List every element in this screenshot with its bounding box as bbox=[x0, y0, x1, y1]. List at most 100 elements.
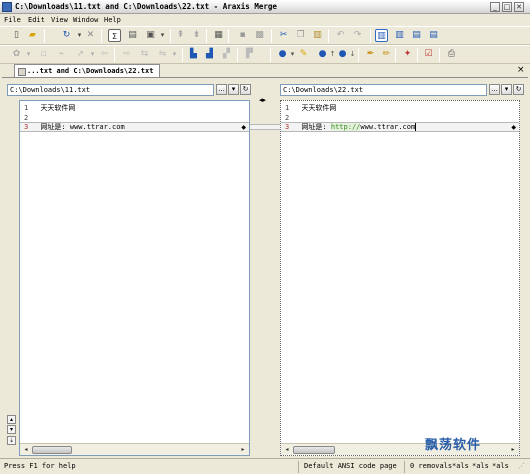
copy-icon[interactable]: ❐ bbox=[294, 29, 307, 42]
document-tab-label: ...txt and C:\Downloads\22.txt bbox=[27, 67, 154, 75]
left-browse-button[interactable]: ... bbox=[216, 84, 227, 95]
layout-split-icon[interactable]: ▥ bbox=[393, 29, 406, 42]
cut-icon[interactable]: ✂ bbox=[277, 29, 290, 42]
print-icon[interactable]: ⎙ bbox=[445, 48, 458, 61]
layout-list-icon[interactable]: ▤ bbox=[427, 29, 440, 42]
toolbar-separator bbox=[358, 48, 359, 62]
left-editor-pane[interactable]: 1 天天软件网 2 3 网址是: www.ttrar.com ◆ ◂ ▸ bbox=[19, 100, 250, 456]
line-number: 3 bbox=[24, 123, 29, 131]
line-number: 2 bbox=[285, 114, 290, 122]
minimize-button[interactable]: _ bbox=[490, 2, 500, 12]
toolbar-separator bbox=[370, 29, 371, 43]
change-marker-icon: ◆ bbox=[511, 124, 516, 131]
swap-files-icon[interactable]: ◂▸ bbox=[259, 96, 266, 104]
brush-icon[interactable]: ✎ bbox=[297, 48, 310, 61]
status-col-1: *als bbox=[452, 462, 469, 470]
toolbar-separator bbox=[182, 48, 183, 62]
change-link-band bbox=[250, 124, 280, 130]
report-icon[interactable]: ▤ bbox=[126, 29, 139, 42]
save-all-icon[interactable]: ▩ bbox=[253, 29, 266, 42]
document-icon[interactable]: ▦ bbox=[212, 29, 225, 42]
maximize-button[interactable]: □ bbox=[502, 2, 512, 12]
left-path-field[interactable]: C:\Downloads\11.txt bbox=[7, 84, 214, 96]
scroll-right-icon[interactable]: ▸ bbox=[508, 445, 518, 455]
redo-icon[interactable]: ↷ bbox=[351, 29, 364, 42]
left-horizontal-scrollbar[interactable]: ◂ ▸ bbox=[20, 443, 249, 455]
right-gutter bbox=[281, 101, 297, 455]
line-number: 1 bbox=[285, 104, 290, 112]
insert-icon[interactable]: ▟ bbox=[203, 48, 216, 61]
link-icon[interactable]: ⌁ bbox=[55, 48, 68, 61]
refresh-icon[interactable]: ↻ bbox=[60, 29, 73, 42]
nav-down-icon[interactable]: ▾ bbox=[7, 425, 16, 434]
toolbar-separator bbox=[439, 48, 440, 62]
menu-window[interactable]: Window bbox=[73, 15, 98, 26]
status-col-3: *als bbox=[492, 462, 509, 470]
right-scroll-thumb[interactable] bbox=[293, 446, 335, 454]
right-line-3-changed[interactable]: 3 网址是: http://www.ttrar.com ◆ bbox=[281, 122, 519, 132]
copy-left-icon[interactable]: ⇦ bbox=[98, 48, 111, 61]
next-change-icon[interactable]: ⇟ bbox=[190, 29, 203, 42]
compare-dropdown-icon[interactable]: ▾ bbox=[168, 48, 181, 61]
scroll-left-icon[interactable]: ◂ bbox=[21, 445, 31, 455]
right-history-dropdown[interactable]: ▾ bbox=[501, 84, 512, 95]
sigma-icon[interactable]: Σ bbox=[108, 29, 121, 42]
document-tab[interactable]: ...txt and C:\Downloads\22.txt bbox=[14, 64, 160, 78]
right-reload-button[interactable]: ↻ bbox=[513, 84, 524, 95]
paste-icon[interactable]: ▥ bbox=[311, 29, 324, 42]
left-history-dropdown[interactable]: ▾ bbox=[228, 84, 239, 95]
merge-icon[interactable]: ⇆ bbox=[138, 48, 151, 61]
new-icon[interactable]: ▯ bbox=[10, 29, 23, 42]
left-scroll-thumb[interactable] bbox=[32, 446, 72, 454]
close-icon[interactable]: ✕ bbox=[84, 29, 97, 42]
scroll-right-icon[interactable]: ▸ bbox=[238, 445, 248, 455]
left-line-3-changed[interactable]: 3 网址是: www.ttrar.com ◆ bbox=[20, 122, 249, 132]
change-marker-icon: ◆ bbox=[241, 124, 246, 131]
delete-icon[interactable]: ▞ bbox=[220, 48, 233, 61]
menu-help[interactable]: Help bbox=[104, 15, 121, 26]
right-horizontal-scrollbar[interactable]: ◂ ▸ bbox=[281, 443, 519, 455]
copy-right-icon[interactable]: ⇨ bbox=[120, 48, 133, 61]
right-editor-pane[interactable]: 1 天天软件网 2 3 网址是: http://www.ttrar.com ◆ … bbox=[280, 100, 520, 456]
pen-icon[interactable]: ✒ bbox=[364, 48, 377, 61]
line-text-suffix: www.ttrar.com bbox=[360, 123, 416, 131]
left-reload-button[interactable]: ↻ bbox=[240, 84, 251, 95]
open-icon[interactable]: ▰ bbox=[26, 29, 39, 42]
scroll-left-icon[interactable]: ◂ bbox=[282, 445, 292, 455]
left-gutter bbox=[20, 101, 36, 455]
layout-two-icon[interactable]: ▥ bbox=[375, 29, 388, 42]
right-line-1[interactable]: 1 天天软件网 bbox=[285, 104, 515, 113]
araxis-app-icon bbox=[2, 2, 12, 12]
menu-view[interactable]: View bbox=[51, 15, 68, 26]
menu-file[interactable]: File bbox=[4, 15, 21, 26]
resize-grip-icon[interactable]: ⋰ bbox=[518, 459, 525, 474]
right-browse-button[interactable]: ... bbox=[489, 84, 500, 95]
nav-dropdown-icon[interactable]: ▾ bbox=[22, 48, 35, 61]
undo-icon[interactable]: ↶ bbox=[334, 29, 347, 42]
edit-toolbar: ✿ ▾ ▫ ⌁ ➚ ▾ ⇦ ⇨ ⇆ ⇋ ▾ ▙ ▟ ▞ ▛ ● ▾ ✎ ● ↑ … bbox=[0, 45, 530, 64]
bookmark-icon[interactable]: ▙ bbox=[187, 48, 200, 61]
line-number: 1 bbox=[24, 104, 29, 112]
toolbar-separator bbox=[228, 29, 229, 43]
menu-edit[interactable]: Edit bbox=[28, 15, 45, 26]
wand-icon[interactable]: ✦ bbox=[401, 48, 414, 61]
text-cursor bbox=[415, 123, 417, 131]
left-line-1[interactable]: 1 天天软件网 bbox=[24, 104, 244, 113]
edit-icon[interactable]: ▛ bbox=[243, 48, 256, 61]
right-path-field[interactable]: C:\Downloads\22.txt bbox=[280, 84, 487, 96]
title-bar[interactable]: C:\Downloads\11.txt and C:\Downloads\22.… bbox=[0, 0, 530, 14]
checklist-icon[interactable]: ☑ bbox=[422, 48, 435, 61]
layout-three-icon[interactable]: ▤ bbox=[410, 29, 423, 42]
close-window-button[interactable]: ✕ bbox=[514, 2, 524, 12]
prev-change-icon[interactable]: ⇞ bbox=[174, 29, 187, 42]
status-removals: 0 removals bbox=[410, 462, 453, 470]
toolbar-separator bbox=[417, 48, 418, 62]
toolbar-separator bbox=[395, 48, 396, 62]
nav-last-icon[interactable]: ⇣ bbox=[7, 436, 16, 445]
dropdown-icon[interactable]: ▾ bbox=[156, 29, 169, 42]
save-icon[interactable]: ▪ bbox=[236, 29, 249, 42]
pencil-icon[interactable]: ✏ bbox=[380, 48, 393, 61]
close-tab-icon[interactable]: × bbox=[517, 65, 525, 75]
nav-up-icon[interactable]: ▴ bbox=[7, 415, 16, 424]
blank-icon[interactable]: ▫ bbox=[37, 48, 50, 61]
